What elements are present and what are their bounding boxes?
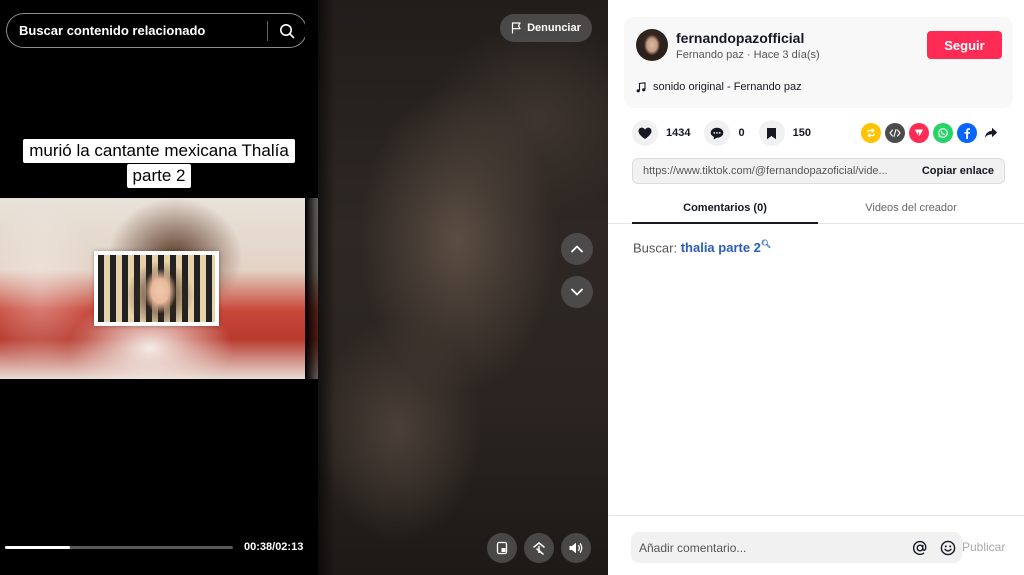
video-url[interactable]: https://www.tiktok.com/@fernandopazofici… [633, 165, 912, 177]
comment-bar: Publicar [608, 515, 1024, 575]
follow-button[interactable]: Seguir [927, 31, 1002, 59]
share-icons [861, 123, 1001, 143]
facebook-icon[interactable] [957, 123, 977, 143]
tab-creator-videos[interactable]: Videos del creador [818, 194, 1004, 224]
like-button[interactable]: 1434 [632, 120, 690, 146]
author-username[interactable]: fernandopazofficial [676, 30, 804, 46]
video-progress-fill [5, 546, 70, 549]
floating-player-icon [496, 541, 508, 555]
whatsapp-icon[interactable] [933, 123, 953, 143]
panel-tabs: Comentarios (0) Videos del creador [608, 194, 1024, 224]
flag-icon [511, 22, 521, 34]
sound-link[interactable]: sonido original - Fernando paz [636, 81, 802, 93]
related-search-input[interactable] [7, 14, 267, 47]
auto-scroll-icon [533, 542, 545, 555]
search-button[interactable] [268, 14, 306, 47]
related-search-suggestion: Buscar: thalia parte 2🔍︎ [633, 240, 771, 255]
comment-input[interactable] [631, 540, 906, 555]
volume-icon [569, 542, 583, 554]
avatar[interactable] [636, 29, 668, 61]
comment-count: 0 [738, 127, 745, 139]
tab-comments[interactable]: Comentarios (0) [632, 194, 818, 224]
repost-icon[interactable] [861, 123, 881, 143]
report-button[interactable]: Denunciar [500, 14, 592, 42]
at-sign-icon [912, 540, 927, 555]
mention-button[interactable] [906, 540, 934, 556]
video-caption-line-2: parte 2 [0, 164, 318, 188]
emoji-icon [940, 540, 956, 555]
player-edge-shadow [305, 0, 335, 575]
next-video-button[interactable] [561, 276, 593, 308]
comment-bubble-icon [704, 120, 731, 146]
emoji-button[interactable] [934, 540, 962, 556]
related-search-prefix: Buscar: [633, 240, 678, 256]
search-icon: 🔍︎ [760, 240, 772, 249]
author-subline: Fernando paz · Hace 3 día(s) [676, 49, 820, 61]
publish-button[interactable]: Publicar [962, 540, 1005, 554]
embed-icon[interactable] [885, 123, 905, 143]
share-arrow-icon[interactable] [981, 123, 1001, 143]
send-icon[interactable] [909, 123, 929, 143]
previous-video-button[interactable] [561, 233, 593, 265]
picture-in-picture-button[interactable] [487, 533, 517, 563]
heart-icon [632, 120, 658, 146]
volume-button[interactable] [561, 533, 591, 563]
video-inset-photo [94, 251, 219, 326]
video-area: murió la cantante mexicana Thalía parte … [0, 0, 608, 575]
like-count: 1434 [666, 127, 691, 139]
search-icon [280, 23, 295, 38]
video-link-box: https://www.tiktok.com/@fernandopazofici… [632, 158, 1005, 184]
video-caption-line-1: murió la cantante mexicana Thalía [0, 139, 318, 163]
auto-scroll-button[interactable] [524, 533, 554, 563]
comment-box [631, 532, 962, 563]
chevron-down-icon [571, 288, 583, 296]
music-note-icon [636, 81, 646, 92]
video-player[interactable]: murió la cantante mexicana Thalía parte … [0, 0, 318, 575]
sound-label: sonido original - Fernando paz [653, 81, 802, 93]
video-time: 00:38/02:13 [244, 541, 304, 553]
comment-button[interactable]: 0 [704, 120, 745, 146]
copy-link-button[interactable]: Copiar enlace [912, 165, 1004, 177]
save-count: 150 [792, 127, 811, 139]
save-button[interactable]: 150 [758, 120, 811, 146]
bookmark-icon [758, 120, 785, 146]
author-info-card: fernandopazofficial Fernando paz · Hace … [624, 17, 1013, 108]
related-search-term[interactable]: thalia parte 2🔍︎ [681, 240, 771, 255]
details-panel: fernandopazofficial Fernando paz · Hace … [608, 0, 1024, 575]
related-search-box [6, 13, 307, 48]
engagement-stats: 1434 0 150 [632, 120, 825, 146]
video-progress-bar[interactable] [5, 546, 233, 549]
report-label: Denunciar [527, 22, 581, 34]
chevron-up-icon [571, 245, 583, 253]
